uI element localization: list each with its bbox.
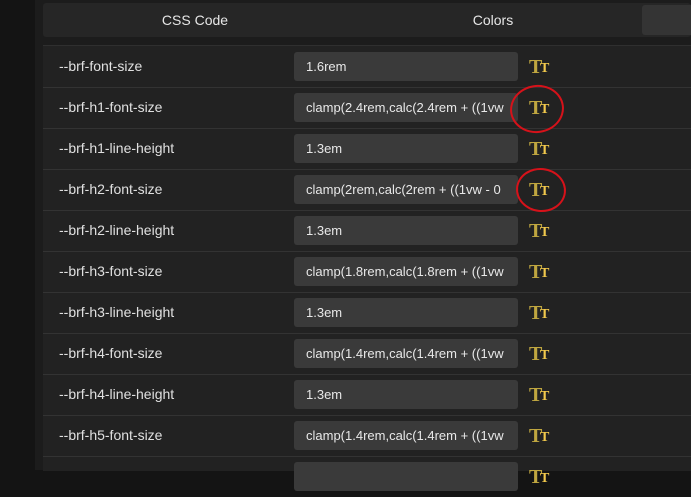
variable-row: --brf-h3-line-height 1.3em TT [43,292,691,334]
typography-icon[interactable]: TT [529,97,555,119]
variable-name: --brf-h1-line-height [59,140,175,156]
variable-value-input[interactable]: clamp(2rem,calc(2rem + ((1vw - 0 [294,175,518,204]
typography-icon[interactable]: TT [529,56,555,78]
css-variable-list: --brf-font-size 1.6rem TT --brf-h1-font-… [43,45,691,491]
typography-icon[interactable]: TT [529,466,555,488]
typography-icon[interactable]: TT [529,384,555,406]
tab-bar: CSS Code Colors [43,3,691,37]
variable-value-input[interactable]: 1.3em [294,380,518,409]
variable-value-input[interactable]: clamp(1.4rem,calc(1.4rem + ((1vw [294,421,518,450]
typography-icon[interactable]: TT [529,302,555,324]
variable-value-input[interactable]: clamp(1.8rem,calc(1.8rem + ((1vw [294,257,518,286]
tab-third[interactable] [642,5,691,35]
variable-value-input[interactable]: clamp(2.4rem,calc(2.4rem + ((1vw [294,93,518,122]
tab-colors[interactable]: Colors [403,3,583,37]
typography-icon[interactable]: TT [529,138,555,160]
variable-name: --brf-h2-font-size [59,181,163,197]
variable-value-input[interactable]: 1.3em [294,216,518,245]
variable-name: --brf-h3-font-size [59,263,163,279]
typography-icon[interactable]: TT [529,261,555,283]
variable-value-input[interactable]: clamp(1.4rem,calc(1.4rem + ((1vw [294,339,518,368]
tab-css-code[interactable]: CSS Code [105,3,285,37]
variable-name: --brf-font-size [59,58,143,74]
variable-row: --brf-h4-font-size clamp(1.4rem,calc(1.4… [43,333,691,375]
typography-icon[interactable]: TT [529,179,555,201]
variable-row: --brf-h5-font-size clamp(1.4rem,calc(1.4… [43,415,691,457]
variable-name: --brf-h3-line-height [59,304,175,320]
typography-icon[interactable]: TT [529,425,555,447]
variable-value-input[interactable]: 1.6rem [294,52,518,81]
variable-row: --brf-h4-line-height 1.3em TT [43,374,691,416]
variable-name: --brf-h1-font-size [59,99,163,115]
variable-row: TT [43,456,691,497]
variable-value-input[interactable] [294,462,518,491]
variable-row: --brf-h1-line-height 1.3em TT [43,128,691,170]
typography-icon[interactable]: TT [529,220,555,242]
variable-name: --brf-h4-font-size [59,345,163,361]
variable-row: --brf-font-size 1.6rem TT [43,46,691,88]
variable-row: --brf-h2-line-height 1.3em TT [43,210,691,252]
variable-value-input[interactable]: 1.3em [294,298,518,327]
variable-row: --brf-h3-font-size clamp(1.8rem,calc(1.8… [43,251,691,293]
variable-name: --brf-h4-line-height [59,386,175,402]
typography-icon[interactable]: TT [529,343,555,365]
variable-name: --brf-h5-font-size [59,427,163,443]
variable-name: --brf-h2-line-height [59,222,175,238]
variable-row: --brf-h2-font-size clamp(2rem,calc(2rem … [43,169,691,211]
variable-row: --brf-h1-font-size clamp(2.4rem,calc(2.4… [43,87,691,129]
variable-value-input[interactable]: 1.3em [294,134,518,163]
